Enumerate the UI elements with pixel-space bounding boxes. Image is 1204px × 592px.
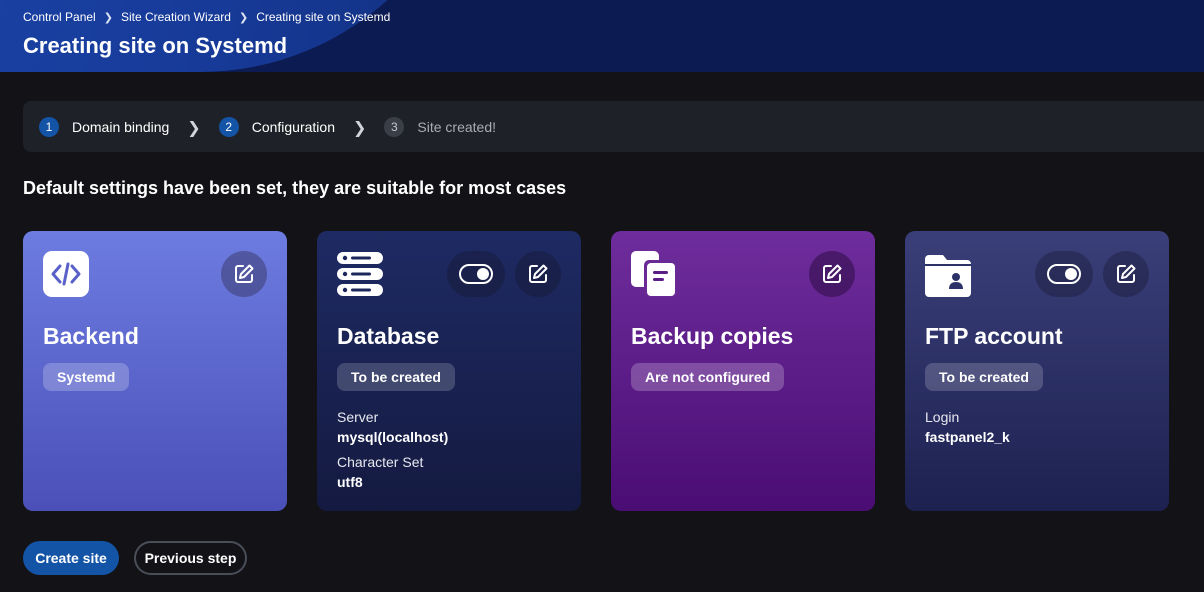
backup-card: Backup copies Are not configured (611, 231, 875, 511)
edit-icon (235, 264, 254, 283)
card-title: Database (337, 323, 440, 349)
step-number: 3 (384, 116, 405, 137)
status-badge: To be created (925, 363, 1043, 391)
step-domain-binding[interactable]: 1 Domain binding (39, 116, 170, 137)
edit-backup-button[interactable] (809, 251, 855, 297)
page-title: Creating site on Systemd (23, 33, 288, 58)
header: Control Panel ❯ Site Creation Wizard ❯ C… (0, 0, 1204, 72)
step-label: Domain binding (72, 118, 170, 135)
code-icon (43, 251, 89, 297)
server-label: Server (337, 409, 379, 425)
breadcrumb-control-panel[interactable]: Control Panel (23, 10, 96, 24)
database-card: Database To be created Server mysql(loca… (317, 231, 581, 511)
breadcrumb-site-creation-wizard[interactable]: Site Creation Wizard (121, 10, 231, 24)
toggle-on-icon (1047, 264, 1081, 284)
chevron-right-icon: ❯ (352, 119, 367, 137)
server-value: mysql(localhost) (337, 429, 449, 445)
documents-icon (631, 251, 677, 297)
database-details: Server mysql(localhost) Character Set ut… (337, 407, 448, 497)
step-number: 2 (218, 116, 239, 137)
status-badge: Systemd (43, 363, 130, 391)
toggle-on-icon (459, 264, 493, 284)
edit-icon (823, 264, 842, 283)
chevron-right-icon: ❯ (238, 11, 249, 24)
edit-backend-button[interactable] (221, 251, 267, 297)
charset-label: Character Set (337, 454, 424, 470)
ftp-card: FTP account To be created Login fastpane… (905, 231, 1169, 511)
charset-value: utf8 (337, 474, 363, 490)
step-configuration[interactable]: 2 Configuration (218, 116, 335, 137)
edit-ftp-button[interactable] (1103, 251, 1149, 297)
create-site-button[interactable]: Create site (23, 541, 119, 575)
card-title: Backend (43, 323, 139, 349)
previous-step-button[interactable]: Previous step (134, 541, 247, 575)
edit-icon (1117, 264, 1136, 283)
login-value: fastpanel2_k (925, 429, 1010, 445)
chevron-right-icon: ❯ (187, 119, 201, 137)
ftp-details: Login fastpanel2_k (925, 407, 1010, 452)
ftp-toggle[interactable] (1035, 251, 1093, 297)
step-label: Configuration (251, 118, 335, 135)
edit-database-button[interactable] (515, 251, 561, 297)
chevron-right-icon: ❯ (103, 11, 113, 24)
breadcrumb: Control Panel ❯ Site Creation Wizard ❯ C… (23, 10, 390, 24)
section-subtitle: Default settings have been set, they are… (23, 178, 567, 198)
edit-icon (529, 264, 548, 283)
server-stack-icon (337, 251, 383, 297)
folder-user-icon (925, 251, 971, 297)
step-label: Site created! (417, 118, 496, 135)
breadcrumb-current: Creating site on Systemd (256, 10, 391, 24)
step-site-created: 3 Site created! (384, 116, 496, 137)
card-title: FTP account (925, 323, 1063, 349)
login-label: Login (925, 409, 960, 425)
backend-card: Backend Systemd (23, 231, 287, 511)
database-toggle[interactable] (447, 251, 505, 297)
card-title: Backup copies (631, 323, 794, 349)
step-number: 1 (39, 116, 59, 137)
wizard-steps: 1 Domain binding ❯ 2 Configuration ❯ 3 S… (23, 101, 1204, 152)
status-badge: To be created (337, 363, 455, 391)
status-badge: Are not configured (631, 363, 785, 391)
